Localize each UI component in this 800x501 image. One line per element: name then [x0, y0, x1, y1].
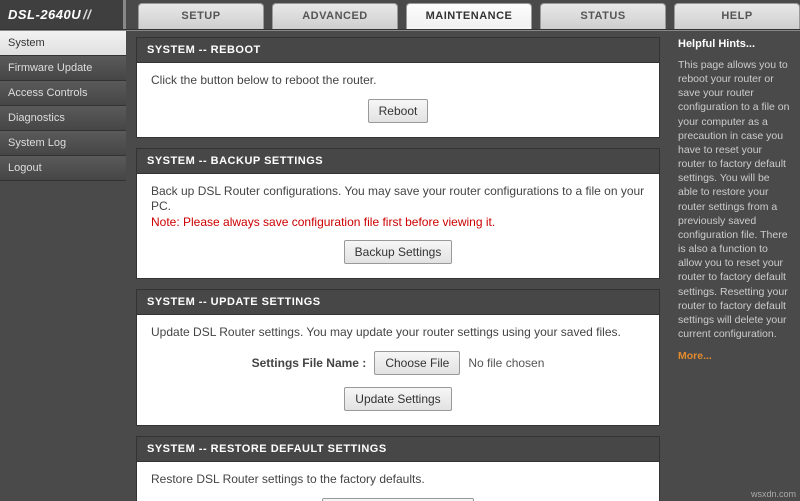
tab-help[interactable]: HELP [674, 3, 800, 29]
content-area: SYSTEM -- REBOOT Click the button below … [126, 31, 670, 501]
file-label: Settings File Name : [252, 356, 367, 370]
brand-logo: DSL-2640U// [0, 0, 126, 29]
panel-update-title: SYSTEM -- UPDATE SETTINGS [137, 290, 659, 315]
panel-reboot: SYSTEM -- REBOOT Click the button below … [136, 37, 660, 138]
panel-reboot-text: Click the button below to reboot the rou… [151, 73, 645, 89]
sidebar-item-access[interactable]: Access Controls [0, 81, 126, 106]
main-area: System Firmware Update Access Controls D… [0, 30, 800, 501]
sidebar: System Firmware Update Access Controls D… [0, 31, 126, 501]
choose-file-button[interactable]: Choose File [374, 351, 460, 375]
help-more-link[interactable]: More... [678, 349, 712, 363]
restore-default-button[interactable]: Restore Default Settings [322, 498, 474, 501]
panel-backup-text: Back up DSL Router configurations. You m… [151, 184, 645, 231]
help-body: This page allows you to reboot your rout… [678, 58, 792, 341]
sidebar-item-systemlog[interactable]: System Log [0, 131, 126, 156]
tab-maintenance[interactable]: MAINTENANCE [406, 3, 532, 29]
panel-backup-note: Note: Please always save configuration f… [151, 215, 645, 231]
panel-restore-title: SYSTEM -- RESTORE DEFAULT SETTINGS [137, 437, 659, 462]
tab-status[interactable]: STATUS [540, 3, 666, 29]
watermark: wsxdn.com [751, 489, 796, 499]
help-panel: Helpful Hints... This page allows you to… [670, 31, 800, 501]
panel-update-text: Update DSL Router settings. You may upda… [151, 325, 645, 341]
panel-reboot-title: SYSTEM -- REBOOT [137, 38, 659, 63]
panel-backup: SYSTEM -- BACKUP SETTINGS Back up DSL Ro… [136, 148, 660, 280]
brand-text: DSL-2640U [8, 7, 81, 22]
panel-backup-maintext: Back up DSL Router configurations. You m… [151, 184, 644, 214]
tab-setup[interactable]: SETUP [138, 3, 264, 29]
sidebar-item-logout[interactable]: Logout [0, 156, 126, 181]
main-tabs: SETUP ADVANCED MAINTENANCE STATUS HELP [126, 0, 800, 29]
panel-update: SYSTEM -- UPDATE SETTINGS Update DSL Rou… [136, 289, 660, 426]
top-bar: DSL-2640U// SETUP ADVANCED MAINTENANCE S… [0, 0, 800, 30]
sidebar-item-diagnostics[interactable]: Diagnostics [0, 106, 126, 131]
update-settings-button[interactable]: Update Settings [344, 387, 451, 411]
file-status: No file chosen [468, 356, 544, 370]
sidebar-item-system[interactable]: System [0, 31, 126, 56]
panel-restore-text: Restore DSL Router settings to the facto… [151, 472, 645, 488]
tab-advanced[interactable]: ADVANCED [272, 3, 398, 29]
backup-button[interactable]: Backup Settings [344, 240, 453, 264]
file-row: Settings File Name : Choose File No file… [151, 351, 645, 375]
brand-slashes: // [81, 7, 91, 22]
panel-restore: SYSTEM -- RESTORE DEFAULT SETTINGS Resto… [136, 436, 660, 501]
sidebar-item-firmware[interactable]: Firmware Update [0, 56, 126, 81]
reboot-button[interactable]: Reboot [368, 99, 429, 123]
panel-backup-title: SYSTEM -- BACKUP SETTINGS [137, 149, 659, 174]
help-title: Helpful Hints... [678, 37, 792, 52]
